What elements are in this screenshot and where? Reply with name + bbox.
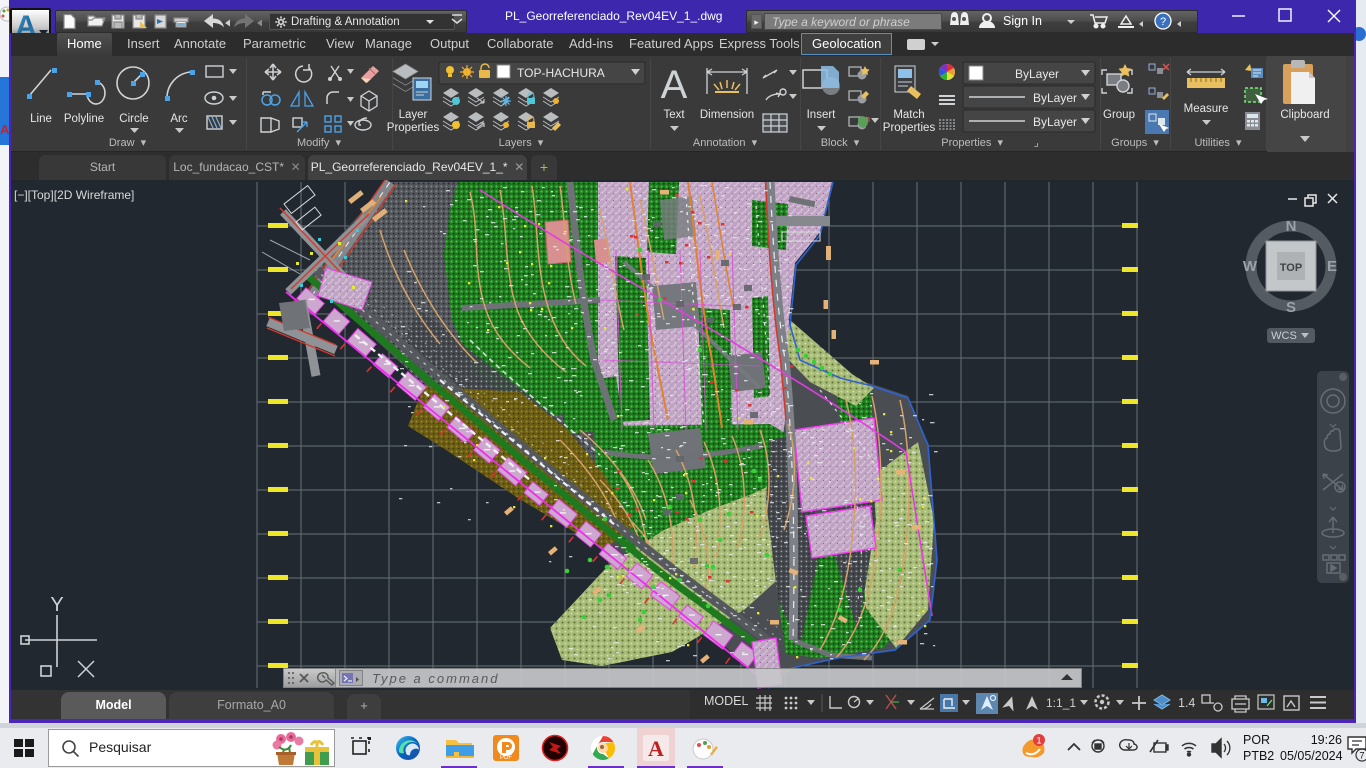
svg-text:Text: Text (663, 109, 685, 121)
svg-text:E: E (1327, 258, 1337, 275)
svg-text:1: 1 (1036, 736, 1041, 746)
svg-text:7: 7 (1359, 751, 1364, 761)
svg-text:Circle: Circle (119, 113, 148, 125)
svg-text:A: A (661, 63, 688, 107)
svg-text:?: ? (1160, 16, 1166, 28)
svg-text:Match: Match (893, 109, 924, 121)
svg-text:S: S (1286, 299, 1296, 316)
svg-text:Group: Group (1103, 109, 1135, 121)
svg-text:N: N (1286, 218, 1297, 235)
svg-text:Y: Y (50, 594, 63, 616)
svg-text:Arc: Arc (170, 113, 188, 125)
svg-text:Properties: Properties (883, 122, 936, 134)
svg-text:Measure: Measure (1184, 103, 1229, 115)
svg-text:Line: Line (30, 113, 52, 125)
svg-text:1.4: 1.4 (1178, 696, 1195, 710)
svg-text:ByLayer: ByLayer (1033, 115, 1077, 129)
svg-text:Properties: Properties (387, 122, 440, 134)
svg-text:1:1_1: 1:1_1 (1046, 696, 1076, 710)
svg-text:W: W (1243, 258, 1258, 275)
svg-text:A: A (648, 736, 664, 761)
svg-text:TOP: TOP (1280, 262, 1302, 274)
svg-text:Dimension: Dimension (700, 109, 754, 121)
svg-text:Polyline: Polyline (64, 113, 104, 125)
svg-text:WCS: WCS (1271, 330, 1297, 342)
svg-text:ByLayer: ByLayer (1033, 91, 1077, 105)
svg-text:Insert: Insert (807, 109, 837, 121)
svg-text:PDF: PDF (500, 755, 512, 761)
svg-text:ByLayer: ByLayer (1015, 67, 1059, 81)
svg-text:Clipboard: Clipboard (1280, 109, 1329, 121)
svg-text:TOP-HACHURA: TOP-HACHURA (517, 66, 605, 80)
svg-text:Layer: Layer (399, 109, 428, 121)
